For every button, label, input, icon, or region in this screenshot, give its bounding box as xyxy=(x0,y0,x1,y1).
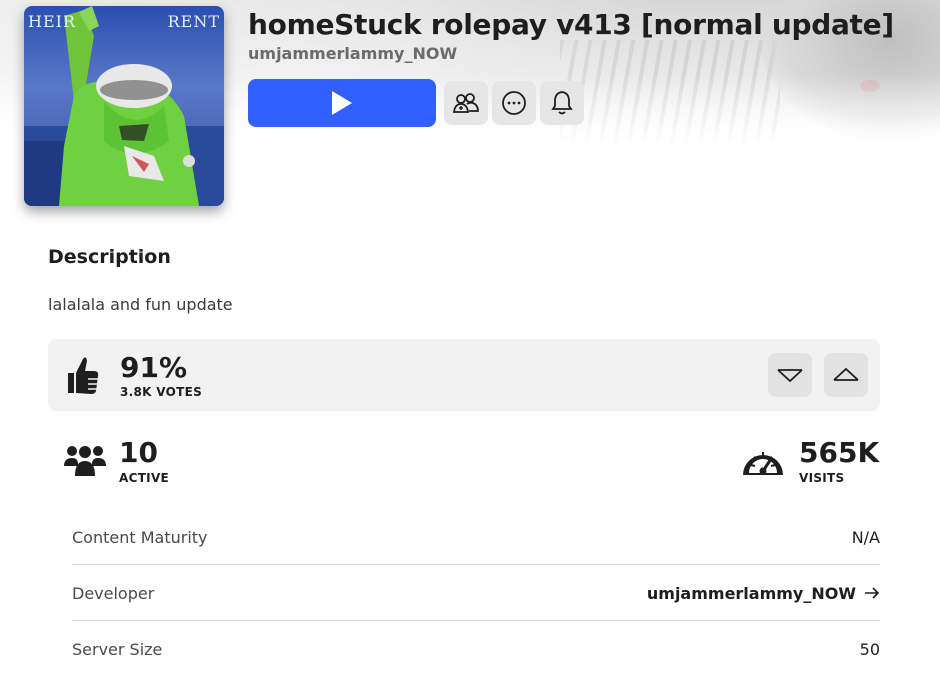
active-count: 10 xyxy=(119,436,158,469)
play-icon xyxy=(332,91,352,115)
players-icon xyxy=(64,446,106,476)
vote-count: 3.8K VOTES xyxy=(120,385,203,399)
info-value: N/A xyxy=(851,527,880,547)
vote-percent: 91% xyxy=(120,351,188,384)
experience-thumbnail: HEIR RENT xyxy=(24,6,224,206)
thumbs-up-icon xyxy=(68,357,99,394)
party-icon xyxy=(453,93,479,113)
experience-title: homeStuck rolepay v413 [normal update] xyxy=(248,8,894,41)
developer-name: umjammerlammy_NOW xyxy=(646,583,856,603)
party-button[interactable] xyxy=(444,81,488,125)
active-label: ACTIVE xyxy=(119,471,170,485)
info-key: Content Maturity xyxy=(72,527,208,547)
info-key: Server Size xyxy=(72,639,163,659)
description-heading: Description xyxy=(48,246,171,268)
votes-panel: 91% 3.8K VOTES xyxy=(48,339,880,411)
visits-gauge-icon xyxy=(743,452,783,475)
info-key: Developer xyxy=(72,583,155,603)
description-text: lalalala and fun update xyxy=(48,295,233,314)
upvote-button[interactable] xyxy=(824,353,868,397)
creator-link[interactable]: umjammerlammy_NOW xyxy=(248,44,457,63)
downvote-button[interactable] xyxy=(768,353,812,397)
info-row-developer: Developer umjammerlammy_NOW xyxy=(72,565,880,621)
more-options-icon xyxy=(502,91,526,115)
thumbs-up-outline-icon xyxy=(833,367,859,381)
bell-icon xyxy=(551,91,573,115)
visits-count: 565K xyxy=(799,436,880,469)
notify-button[interactable] xyxy=(540,81,584,125)
thumbs-down-icon xyxy=(777,369,803,383)
info-row-server-size: Server Size 50 xyxy=(72,621,880,676)
play-button[interactable] xyxy=(248,79,436,127)
info-value: 50 xyxy=(859,639,880,659)
more-options-button[interactable] xyxy=(492,81,536,125)
thumbnail-text-right: RENT xyxy=(167,12,220,31)
developer-link[interactable]: umjammerlammy_NOW xyxy=(647,584,880,603)
visits-label: VISITS xyxy=(799,471,845,485)
info-row-content-maturity: Content Maturity N/A xyxy=(72,509,880,565)
arrow-right-icon xyxy=(865,587,880,599)
thumbnail-text-left: HEIR xyxy=(28,12,76,31)
